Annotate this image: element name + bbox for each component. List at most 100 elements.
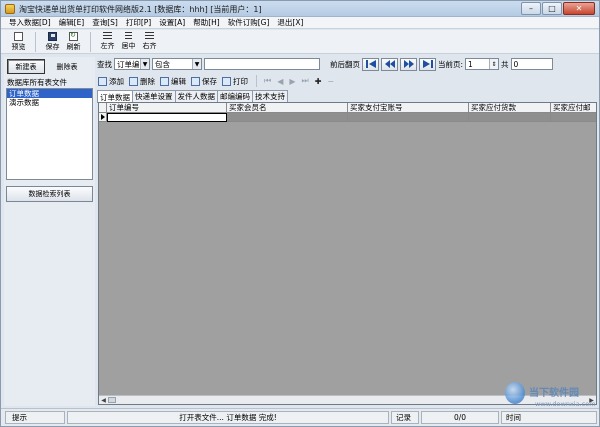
chevron-down-icon[interactable]: ▼ <box>192 59 201 69</box>
tab-postcodes[interactable]: 邮编编码 <box>217 90 253 102</box>
watermark-text: 当下软件园 <box>529 388 579 399</box>
grid-cell[interactable] <box>469 113 551 122</box>
tab-sender-data[interactable]: 发件人数据 <box>174 90 218 102</box>
action-row: 添加 删除 编辑 保存 打印 ⏮ ◀ ▶ ⏭ ✚ − <box>97 74 597 88</box>
next-page-button[interactable] <box>400 57 417 71</box>
keyword-input[interactable] <box>204 58 320 70</box>
record-first-icon[interactable]: ⏮ <box>264 76 271 86</box>
column-header[interactable]: 买家应付货款 <box>469 103 551 113</box>
minimize-button[interactable]: – <box>521 2 541 15</box>
align-left-button[interactable]: 左齐 <box>97 32 118 52</box>
save-action-label: 保存 <box>202 76 217 86</box>
record-next-icon[interactable]: ▶ <box>289 77 295 86</box>
menu-import[interactable]: 导入数据[D] <box>5 17 55 28</box>
window-controls: – □ ✕ <box>521 2 595 15</box>
scroll-thumb[interactable] <box>108 397 116 403</box>
table-row[interactable] <box>99 113 596 122</box>
delete-icon <box>129 76 138 86</box>
data-panel: 查找 订单编号 ▼ 包含 ▼ 前后翻页 当前页: 1 ⇕ 共 0 添加 删除 编… <box>97 54 597 406</box>
first-page-button[interactable] <box>362 57 379 71</box>
menu-help[interactable]: 帮助[H] <box>189 17 224 28</box>
total-pages-field: 0 <box>510 58 553 70</box>
header-indicator <box>99 103 107 113</box>
column-header[interactable]: 订单编号 <box>107 103 227 113</box>
grid-cell[interactable] <box>227 113 348 122</box>
edit-button[interactable]: 编辑 <box>159 75 188 88</box>
printer-icon <box>222 76 231 86</box>
column-header[interactable]: 买家支付宝账号 <box>348 103 469 113</box>
match-mode-select[interactable]: 包含 ▼ <box>152 58 202 70</box>
document-icon <box>14 32 23 41</box>
scroll-left-icon[interactable]: ◀ <box>99 396 108 404</box>
row-indicator <box>99 113 107 122</box>
align-right-button[interactable]: 右齐 <box>139 32 160 52</box>
tab-express-settings[interactable]: 快递单设置 <box>132 90 176 102</box>
search-field-select[interactable]: 订单编号 ▼ <box>114 58 150 70</box>
refresh-icon <box>69 31 78 41</box>
watermark: 当下软件园 www.downxia.com <box>505 378 596 418</box>
column-header[interactable]: 买家应付邮 <box>551 103 596 113</box>
toolbar-separator <box>35 32 36 52</box>
tab-strip: 订单数据 快递单设置 发件人数据 邮编编码 技术支持 <box>97 90 288 103</box>
floppy-icon <box>48 32 57 41</box>
preview-button[interactable]: 预览 <box>8 32 29 52</box>
edit-icon <box>160 76 169 86</box>
menu-print[interactable]: 打印[P] <box>122 17 155 28</box>
record-add-icon[interactable]: ✚ <box>315 77 322 86</box>
edit-label: 编辑 <box>171 76 186 86</box>
delete-table-button[interactable]: 删除表 <box>48 59 86 74</box>
last-page-icon <box>422 60 433 68</box>
align-left-label: 左齐 <box>100 42 115 50</box>
grid-cell[interactable] <box>348 113 469 122</box>
menu-settings[interactable]: 设置[A] <box>155 17 189 28</box>
new-table-button[interactable]: 新建表 <box>7 59 45 74</box>
total-label: 共 <box>501 59 509 69</box>
menu-order[interactable]: 软件订购[G] <box>224 17 274 28</box>
align-left-icon <box>103 32 112 40</box>
menu-exit[interactable]: 退出[X] <box>273 17 307 28</box>
column-header[interactable]: 买家会员名 <box>227 103 348 113</box>
chevron-down-icon[interactable]: ▼ <box>140 59 149 69</box>
action-separator <box>256 75 257 87</box>
prev-page-button[interactable] <box>381 57 398 71</box>
record-delete-icon[interactable]: − <box>327 77 334 86</box>
tab-support[interactable]: 技术支持 <box>252 90 288 102</box>
grid-cell[interactable] <box>551 113 596 122</box>
maximize-button[interactable]: □ <box>542 2 562 15</box>
save-toolbar-button[interactable]: 保存 <box>42 32 63 52</box>
record-prev-icon[interactable]: ◀ <box>277 77 283 86</box>
current-page-label: 当前页: <box>438 59 464 69</box>
table-buttons: 新建表 删除表 <box>7 59 86 74</box>
current-page-spinner[interactable]: 1 ⇕ <box>465 58 500 70</box>
last-page-button[interactable] <box>419 57 436 71</box>
list-item[interactable]: 演示数据 <box>7 98 92 107</box>
grid-cell[interactable] <box>107 113 227 122</box>
menu-query[interactable]: 查询[S] <box>88 17 122 28</box>
app-icon <box>5 4 15 14</box>
table-list[interactable]: 订单数据 演示数据 <box>6 88 93 180</box>
data-grid[interactable]: 订单编号 买家会员名 买家支付宝账号 买家应付货款 买家应付邮 ◀ ▶ <box>98 102 597 405</box>
save-button[interactable]: 保存 <box>190 75 219 88</box>
list-item[interactable]: 订单数据 <box>7 89 92 98</box>
status-record-label: 记录 <box>391 411 419 424</box>
align-center-button[interactable]: 居中 <box>118 32 139 52</box>
next-page-icon <box>403 60 414 68</box>
menu-edit[interactable]: 编辑[E] <box>55 17 89 28</box>
spinner-icon[interactable]: ⇕ <box>489 59 499 69</box>
search-list-button[interactable]: 数据检索列表 <box>6 186 93 202</box>
record-last-icon[interactable]: ⏭ <box>302 76 309 86</box>
table-list-label: 数据库所有表文件 <box>7 78 67 87</box>
toolbar-separator <box>90 32 91 52</box>
title-bar: 淘宝快递单出货单打印软件网络版2.1 [数据库：hhh] [当前用户：1] – … <box>1 1 599 17</box>
search-label: 查找 <box>97 59 112 69</box>
delete-button[interactable]: 删除 <box>128 75 157 88</box>
refresh-button[interactable]: 刷新 <box>63 31 84 52</box>
add-button[interactable]: 添加 <box>97 75 126 88</box>
window-title: 淘宝快递单出货单打印软件网络版2.1 [数据库：hhh] [当前用户：1] <box>19 5 262 14</box>
print-label: 打印 <box>233 76 248 86</box>
save-icon <box>191 76 200 86</box>
print-button[interactable]: 打印 <box>221 75 250 88</box>
align-center-icon <box>125 32 132 40</box>
preview-label: 预览 <box>11 43 26 51</box>
close-button[interactable]: ✕ <box>563 2 595 15</box>
